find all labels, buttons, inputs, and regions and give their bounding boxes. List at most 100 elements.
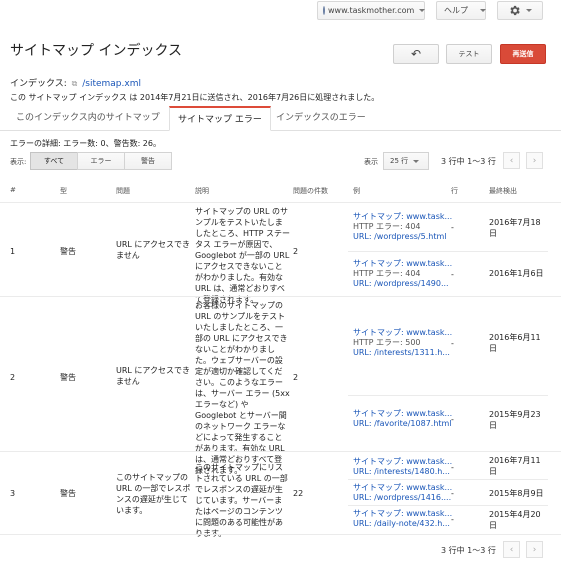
example-status: HTTP エラー: 404: [353, 222, 421, 231]
example-entry[interactable]: サイトマップ: www.task... URL: /wordpress/1416…: [353, 483, 452, 503]
row-description: このサイトマップにリストされている URL の一部でレスポンスの遅延が生じていま…: [195, 463, 288, 538]
example-date: 2016年7月11日: [489, 456, 541, 476]
example-date: 2015年4月20日: [489, 510, 541, 530]
example-url[interactable]: URL: /wordpress/1416....: [353, 493, 452, 503]
page-range-bottom: 3 行中 1〜3 行: [441, 546, 496, 555]
divider: [348, 395, 548, 396]
chevron-right-icon: ›: [532, 544, 537, 555]
row-count: 2: [293, 247, 299, 256]
example-url[interactable]: URL: /wordpress/1490...: [353, 279, 452, 289]
example-sitemap: サイトマップ: www.task...: [353, 259, 453, 268]
resubmit-label: 再送信: [512, 50, 534, 58]
example-line: -: [451, 270, 454, 279]
example-status: HTTP エラー: 500: [353, 338, 421, 347]
tab-sitemaps-in-index[interactable]: このインデックス内のサイトマップ: [8, 106, 168, 131]
example-entry[interactable]: サイトマップ: www.task... URL: /daily-note/432…: [353, 509, 452, 529]
help-button[interactable]: ヘルプ: [436, 1, 486, 20]
col-examples: 例: [353, 187, 360, 195]
row-description: お客様のサイトマップの URL のサンプルをテストいたしましたところ、一部の U…: [195, 301, 290, 475]
example-entry[interactable]: サイトマップ: www.task... HTTP エラー: 500 URL: /…: [353, 328, 452, 358]
next-page-button[interactable]: ›: [526, 541, 543, 558]
row-issue: URL にアクセスできません: [116, 366, 191, 386]
chevron-left-icon: ‹: [509, 155, 514, 166]
filter-all-button[interactable]: すべて: [30, 152, 78, 170]
chevron-down-icon: [419, 9, 426, 12]
rows-per-page-value: 25 行: [390, 157, 409, 165]
col-issue: 問題: [116, 187, 130, 195]
divider: [0, 451, 561, 452]
row-type: 警告: [60, 489, 76, 498]
example-entry[interactable]: サイトマップ: www.task... HTTP エラー: 404 URL: /…: [353, 259, 452, 289]
example-url[interactable]: URL: /daily-note/432.h...: [353, 519, 452, 529]
globe-icon: [323, 6, 325, 15]
example-url[interactable]: URL: /interests/1311.h...: [353, 348, 452, 358]
index-info: インデックス: ⧉ /sitemap.xml: [10, 76, 141, 89]
example-sitemap: サイトマップ: www.task...: [353, 212, 453, 221]
chevron-down-icon: [480, 9, 486, 12]
example-entry[interactable]: サイトマップ: www.task... URL: /interests/1480…: [353, 457, 452, 477]
example-entry[interactable]: サイトマップ: www.task... URL: /favorite/1087.…: [353, 409, 452, 429]
test-label: テスト: [458, 50, 480, 58]
example-date: 2016年7月18日: [489, 218, 541, 238]
row-num: 1: [10, 247, 16, 256]
example-date: 2016年1月6日: [489, 269, 544, 278]
example-line: -: [451, 463, 454, 472]
index-link[interactable]: /sitemap.xml: [82, 79, 141, 89]
next-page-button[interactable]: ›: [526, 152, 543, 169]
divider: [0, 202, 561, 203]
external-link-icon: ⧉: [71, 79, 78, 88]
example-line: -: [451, 223, 454, 232]
example-url[interactable]: URL: /interests/1480.h...: [353, 467, 452, 477]
row-count: 2: [293, 373, 299, 382]
col-count: 問題の件数: [293, 187, 328, 195]
example-line: -: [451, 415, 454, 424]
example-line: -: [451, 515, 454, 524]
divider: [0, 296, 561, 297]
back-button[interactable]: ↶: [393, 44, 439, 64]
index-label: インデックス:: [10, 79, 67, 89]
example-url[interactable]: URL: /favorite/1087.html: [353, 419, 452, 429]
filter-warning-button[interactable]: 警告: [124, 152, 172, 170]
col-last-detected: 最終検出: [489, 187, 517, 195]
example-sitemap: サイトマップ: www.task...: [353, 409, 453, 418]
example-sitemap: サイトマップ: www.task...: [353, 483, 453, 492]
row-num: 2: [10, 373, 16, 382]
prev-page-button[interactable]: ‹: [503, 152, 520, 169]
site-selector-label: www.taskmother.com: [328, 6, 415, 15]
divider: [348, 479, 548, 480]
gear-icon: [510, 5, 520, 16]
resubmit-button[interactable]: 再送信: [500, 44, 546, 64]
row-num: 3: [10, 489, 16, 498]
row-issue: URL にアクセスできません: [116, 240, 191, 260]
example-sitemap: サイトマップ: www.task...: [353, 328, 453, 337]
rows-per-page-select[interactable]: 25 行: [383, 152, 429, 170]
index-description: この サイトマップ インデックス は 2014年7月21日に送信され、2016年…: [10, 93, 380, 102]
example-url[interactable]: URL: /wordpress/5.html: [353, 232, 452, 242]
filter-label: 表示:: [10, 158, 27, 166]
row-type: 警告: [60, 373, 76, 382]
tab-sitemap-errors[interactable]: サイトマップ エラー: [169, 106, 271, 131]
col-type: 型: [60, 187, 67, 195]
example-date: 2015年9月23日: [489, 410, 541, 430]
col-line: 行: [451, 187, 458, 195]
example-sitemap: サイトマップ: www.task...: [353, 457, 453, 466]
col-num: #: [10, 186, 16, 194]
rows-per-page-label: 表示: [364, 158, 378, 166]
divider: [0, 534, 561, 535]
error-detail: エラーの詳細: エラー数: 0、警告数: 26。: [10, 139, 161, 148]
example-entry[interactable]: サイトマップ: www.task... HTTP エラー: 404 URL: /…: [353, 212, 452, 242]
divider: [348, 505, 548, 506]
divider: [348, 251, 548, 252]
tab-bar: このインデックス内のサイトマップ サイトマップ エラー インデックスのエラー: [0, 106, 561, 131]
row-count: 22: [293, 489, 304, 498]
settings-button[interactable]: [497, 1, 543, 20]
chevron-left-icon: ‹: [509, 544, 514, 555]
undo-icon: ↶: [410, 47, 422, 61]
prev-page-button[interactable]: ‹: [503, 541, 520, 558]
test-button[interactable]: テスト: [446, 44, 492, 64]
site-selector[interactable]: www.taskmother.com: [317, 1, 426, 20]
row-description: サイトマップの URL のサンプルをテストいたしましたところ、HTTP ステータ…: [195, 207, 291, 304]
tab-index-errors[interactable]: インデックスのエラー: [268, 106, 374, 131]
help-label: ヘルプ: [444, 6, 468, 15]
filter-error-button[interactable]: エラー: [77, 152, 125, 170]
